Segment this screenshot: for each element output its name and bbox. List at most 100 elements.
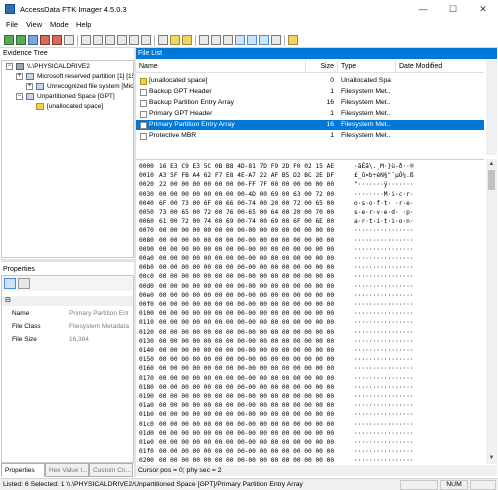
hex-offset: 0160 <box>139 365 154 373</box>
title-bar: AccessData FTK Imager 4.5.0.3 — ☐ ✕ <box>0 0 498 18</box>
scroll-up-arrow-icon[interactable]: ▲ <box>488 161 495 168</box>
hex-bytes: 00 00 00 00 00 00 00 00-00 00 00 00 00 0… <box>159 347 335 354</box>
help-icon[interactable] <box>288 35 298 45</box>
remove-evidence-icon[interactable] <box>40 35 50 45</box>
file-row-primary-gpt-header[interactable]: Primary GPT Header 1 Filesystem Met... <box>136 109 484 119</box>
properties-panel: ⊟ Name Primary Partition Ent File Class … <box>1 275 134 463</box>
file-size: 1 <box>330 110 334 117</box>
tab-hex-value-interpreter[interactable]: Hex Value I... <box>45 463 89 477</box>
maximize-button[interactable]: ☐ <box>438 0 468 18</box>
hex-ascii: ················ <box>354 264 414 272</box>
file-row-backup-gpt-header[interactable]: Backup GPT Header 1 Filesystem Met... <box>136 87 484 97</box>
hex-viewer[interactable]: 0000 16 E3 C9 E3 5C 0B B8 4D-81 7D F9 2D … <box>136 159 484 464</box>
expand-icon[interactable]: + <box>26 83 33 90</box>
expand-icon[interactable]: + <box>16 73 23 80</box>
file-size: 16 <box>326 99 334 106</box>
collapse-icon[interactable]: − <box>6 63 13 70</box>
auto-view-icon[interactable] <box>211 35 221 45</box>
property-value: Primary Partition Ent <box>69 310 129 317</box>
add-evidence-icon[interactable] <box>4 35 14 45</box>
hex-bytes: 00 00 00 00 00 00 00 00-00 00 00 00 00 0… <box>159 429 335 437</box>
file-size: 16 <box>326 121 334 128</box>
properties-view-icon[interactable] <box>259 35 269 45</box>
column-date-modified[interactable]: Date Modified <box>396 60 484 73</box>
file-row-unallocated-space[interactable]: [unallocated space] 0 Unallocated Spa <box>136 76 484 86</box>
tab-properties[interactable]: Properties <box>1 463 45 477</box>
detect-encryption-icon[interactable] <box>129 35 139 45</box>
export-image-icon[interactable] <box>81 35 91 45</box>
property-value: 16,384 <box>69 336 89 343</box>
hex-ascii: ················ <box>354 291 414 299</box>
menu-file[interactable]: File <box>6 20 18 29</box>
hex-bytes: 00 00 00 00 00 00 00 00-00 00 00 00 00 0… <box>159 383 335 391</box>
file-row-primary-partition-entry-array[interactable]: Primary Partition Entry Array 16 Filesys… <box>136 120 484 130</box>
create-disk-image-icon[interactable] <box>64 35 74 45</box>
minimize-button[interactable]: — <box>408 0 438 18</box>
file-type: Filesystem Met... <box>341 99 391 106</box>
sort-alphabetical-icon[interactable] <box>18 278 30 289</box>
menu-mode[interactable]: Mode <box>50 20 69 29</box>
property-value: Filesystem Metadata <box>69 323 129 330</box>
menu-bar: File View Mode Help <box>0 18 498 32</box>
properties-header: Properties <box>3 266 35 273</box>
remove-all-evidence-icon[interactable] <box>52 35 62 45</box>
file-row-backup-partition-entry-array[interactable]: Backup Partition Entry Array 16 Filesyst… <box>136 98 484 108</box>
file-icon <box>140 122 147 129</box>
obtain-protected-files-icon[interactable] <box>117 35 127 45</box>
file-list-table: Name Size Type Date Modified [unallocate… <box>136 60 484 155</box>
hex-offset: 0040 <box>139 199 154 207</box>
file-list-view-icon[interactable] <box>247 35 257 45</box>
scroll-down-arrow-icon[interactable]: ▼ <box>488 455 495 462</box>
horizontal-splitter[interactable] <box>1 259 134 262</box>
hex-offset: 01e0 <box>139 439 154 446</box>
hex-bytes: 00 00 00 00 00 00 00 00-00 00 00 00 00 0… <box>159 245 335 253</box>
export-files-icon[interactable] <box>141 35 151 45</box>
decrypt-icon[interactable] <box>271 35 281 45</box>
add-all-evidence-icon[interactable] <box>16 35 26 45</box>
file-type: Unallocated Spa <box>341 77 391 84</box>
view-files-icon[interactable] <box>199 35 209 45</box>
disk-icon <box>16 63 24 70</box>
capture-memory-icon[interactable] <box>105 35 115 45</box>
hex-offset: 0070 <box>139 227 154 235</box>
categorized-view-icon[interactable] <box>4 278 16 289</box>
image-mounting-icon[interactable] <box>28 35 38 45</box>
text-view-icon[interactable] <box>223 35 233 45</box>
file-type: Filesystem Met... <box>341 121 391 128</box>
hex-offset: 0120 <box>139 328 154 336</box>
hex-offset: 0060 <box>139 218 154 226</box>
evidence-tree: − \\.\PHYSICALDRIVE2 + Microsoft reserve… <box>1 60 134 258</box>
file-list-scrollbar[interactable] <box>486 60 497 155</box>
column-size[interactable]: Size <box>306 60 338 73</box>
add-to-custom-content-icon[interactable] <box>170 35 180 45</box>
tree-node-label: \\.\PHYSICALDRIVE2 <box>27 63 90 70</box>
hex-bytes: 16 E3 C9 E3 5C 0B B8 4D-81 7D F9 2D F0 0… <box>159 163 335 170</box>
hex-bytes: 00 00 00 00 00 00 00 00-00 00 00 00 00 0… <box>159 291 335 299</box>
column-name[interactable]: Name <box>136 60 306 73</box>
partition-icon <box>26 73 34 80</box>
export-logical-image-icon[interactable] <box>93 35 103 45</box>
hex-ascii: ················ <box>354 383 414 391</box>
column-type[interactable]: Type <box>338 60 396 73</box>
hex-offset: 0010 <box>139 172 154 180</box>
export-hash-list-icon[interactable] <box>158 35 168 45</box>
hex-bytes: 00 00 00 00 00 00 00 00-00 00 00 00 00 0… <box>159 310 335 318</box>
menu-view[interactable]: View <box>26 20 42 29</box>
hex-scrollbar[interactable]: ▲ ▼ <box>486 159 497 464</box>
tab-custom-content[interactable]: Custom Co... <box>89 463 133 477</box>
hex-bytes: 00 00 00 00 00 00 00 00-00 00 00 00 00 0… <box>159 402 335 410</box>
collapse-icon[interactable]: − <box>16 93 23 100</box>
menu-help[interactable]: Help <box>76 20 91 29</box>
file-list-header: File List <box>136 48 497 59</box>
hex-ascii: ················ <box>354 282 414 290</box>
property-group-toggle[interactable]: ⊟ <box>2 296 133 306</box>
hex-bytes: 00 00 00 00 00 00 00 00-00 00 00 00 00 0… <box>159 439 335 446</box>
close-button[interactable]: ✕ <box>468 0 498 18</box>
scroll-thumb[interactable] <box>488 170 495 190</box>
hex-ascii: ················ <box>354 245 414 253</box>
create-custom-content-image-icon[interactable] <box>182 35 192 45</box>
toolbar <box>0 32 498 48</box>
file-row-protective-mbr[interactable]: Protective MBR 1 Filesystem Met... <box>136 131 484 141</box>
hex-view-icon[interactable] <box>235 35 245 45</box>
hex-bytes: 22 00 00 00 00 00 00 00-FF 7F 00 00 00 0… <box>159 181 335 189</box>
